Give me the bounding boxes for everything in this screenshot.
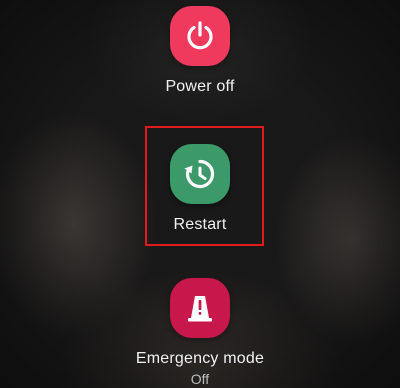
emergency-mode-label: Emergency mode [135,350,265,367]
highlight-box [145,126,264,246]
power-off-option[interactable]: Power off [0,6,400,96]
power-off-button[interactable] [170,6,230,66]
emergency-icon [188,296,212,322]
emergency-mode-status: Off [190,371,210,387]
emergency-mode-option[interactable]: Emergency mode Off [0,278,400,387]
power-icon [187,21,213,50]
power-off-label: Power off [165,78,235,95]
emergency-mode-button[interactable] [170,278,230,338]
